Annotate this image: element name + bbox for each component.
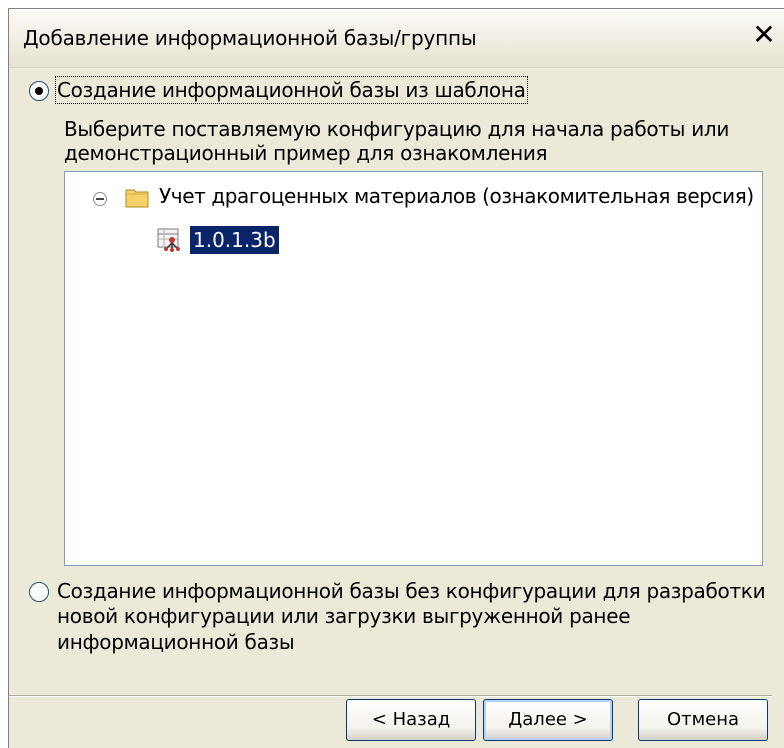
- template-option-radio[interactable]: [29, 81, 49, 101]
- cancel-button[interactable]: Отмена: [638, 699, 768, 741]
- title-bar: Добавление информационной базы/группы ✕: [9, 9, 784, 68]
- tree-item-selected[interactable]: 1.0.1.3b: [190, 226, 279, 254]
- template-description-line-2: демонстрационный пример для ознакомления: [64, 141, 548, 165]
- back-button[interactable]: < Назад: [346, 699, 476, 741]
- next-button[interactable]: Далее >: [483, 699, 613, 741]
- template-option-label[interactable]: Создание информационной базы из шаблона: [55, 76, 528, 104]
- add-infobase-dialog: Добавление информационной базы/группы ✕ …: [8, 8, 784, 748]
- close-icon[interactable]: ✕: [752, 21, 776, 49]
- dialog-title: Добавление информационной базы/группы: [23, 26, 477, 50]
- empty-option-radio[interactable]: [29, 582, 49, 602]
- configuration-tree[interactable]: Учет драгоценных материалов (ознакомител…: [64, 171, 763, 566]
- tree-group-label[interactable]: Учет драгоценных материалов (ознакомител…: [159, 184, 754, 208]
- footer-divider: [9, 695, 772, 697]
- folder-icon: [125, 189, 149, 208]
- configuration-icon: [157, 228, 180, 252]
- template-description-line-1: Выберите поставляемую конфигурацию для н…: [64, 117, 730, 141]
- tree-collapse-icon[interactable]: [93, 192, 107, 206]
- empty-option-label-line-1[interactable]: Создание информационной базы без конфигу…: [57, 579, 766, 603]
- empty-option-label-line-2[interactable]: новой конфигурации или загрузки выгружен…: [57, 604, 631, 628]
- empty-option-label-line-3[interactable]: информационной базы: [57, 630, 295, 654]
